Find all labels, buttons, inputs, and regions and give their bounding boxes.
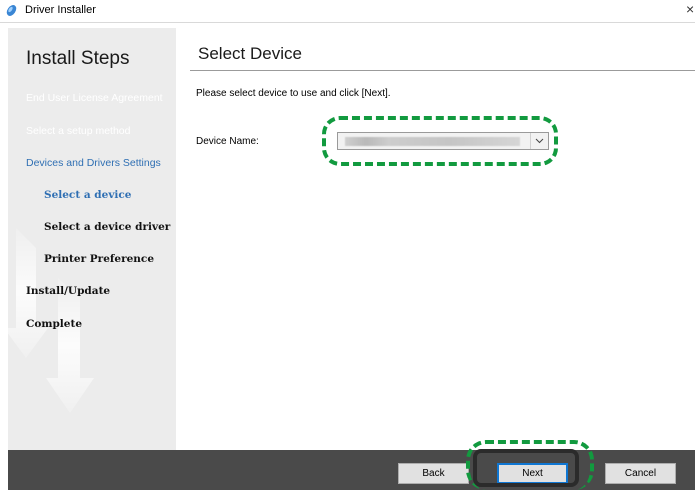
install-steps-sidebar: Install Steps End User License Agreement…	[8, 28, 176, 450]
device-name-label: Device Name:	[196, 136, 259, 147]
installer-window: Driver Installer × Install Steps End Use…	[0, 0, 695, 490]
close-icon[interactable]: ×	[686, 1, 694, 17]
install-steps-heading: Install Steps	[26, 48, 130, 69]
title-divider	[190, 70, 695, 71]
cancel-button-label: Cancel	[624, 468, 657, 479]
step-printer-preference: Printer Preference	[44, 253, 154, 265]
window-title: Driver Installer	[25, 4, 96, 16]
step-eula: End User License Agreement	[26, 92, 163, 104]
back-button-label: Back	[422, 468, 445, 479]
dropdown-highlight-annotation	[322, 116, 558, 166]
driver-installer-icon	[6, 5, 17, 16]
step-install-update: Install/Update	[26, 285, 111, 297]
step-select-device: Select a device	[44, 189, 132, 201]
device-name-label-text: Device Name:	[196, 136, 259, 147]
cancel-button[interactable]: Cancel	[605, 463, 676, 484]
step-setup-method: Select a setup method	[26, 125, 131, 137]
step-complete: Complete	[26, 318, 83, 330]
title-bar: Driver Installer ×	[0, 0, 695, 23]
step-select-device-driver: Select a device driver	[44, 221, 171, 233]
back-button[interactable]: Back	[398, 463, 469, 484]
instruction-text: Please select device to use and click [N…	[196, 88, 391, 99]
page-title: Select Device	[198, 44, 302, 63]
main-panel: Select Device Please select device to us…	[176, 28, 695, 450]
next-button-highlight-annotation	[466, 440, 594, 490]
step-devices-drivers-settings: Devices and Drivers Settings	[26, 157, 161, 169]
